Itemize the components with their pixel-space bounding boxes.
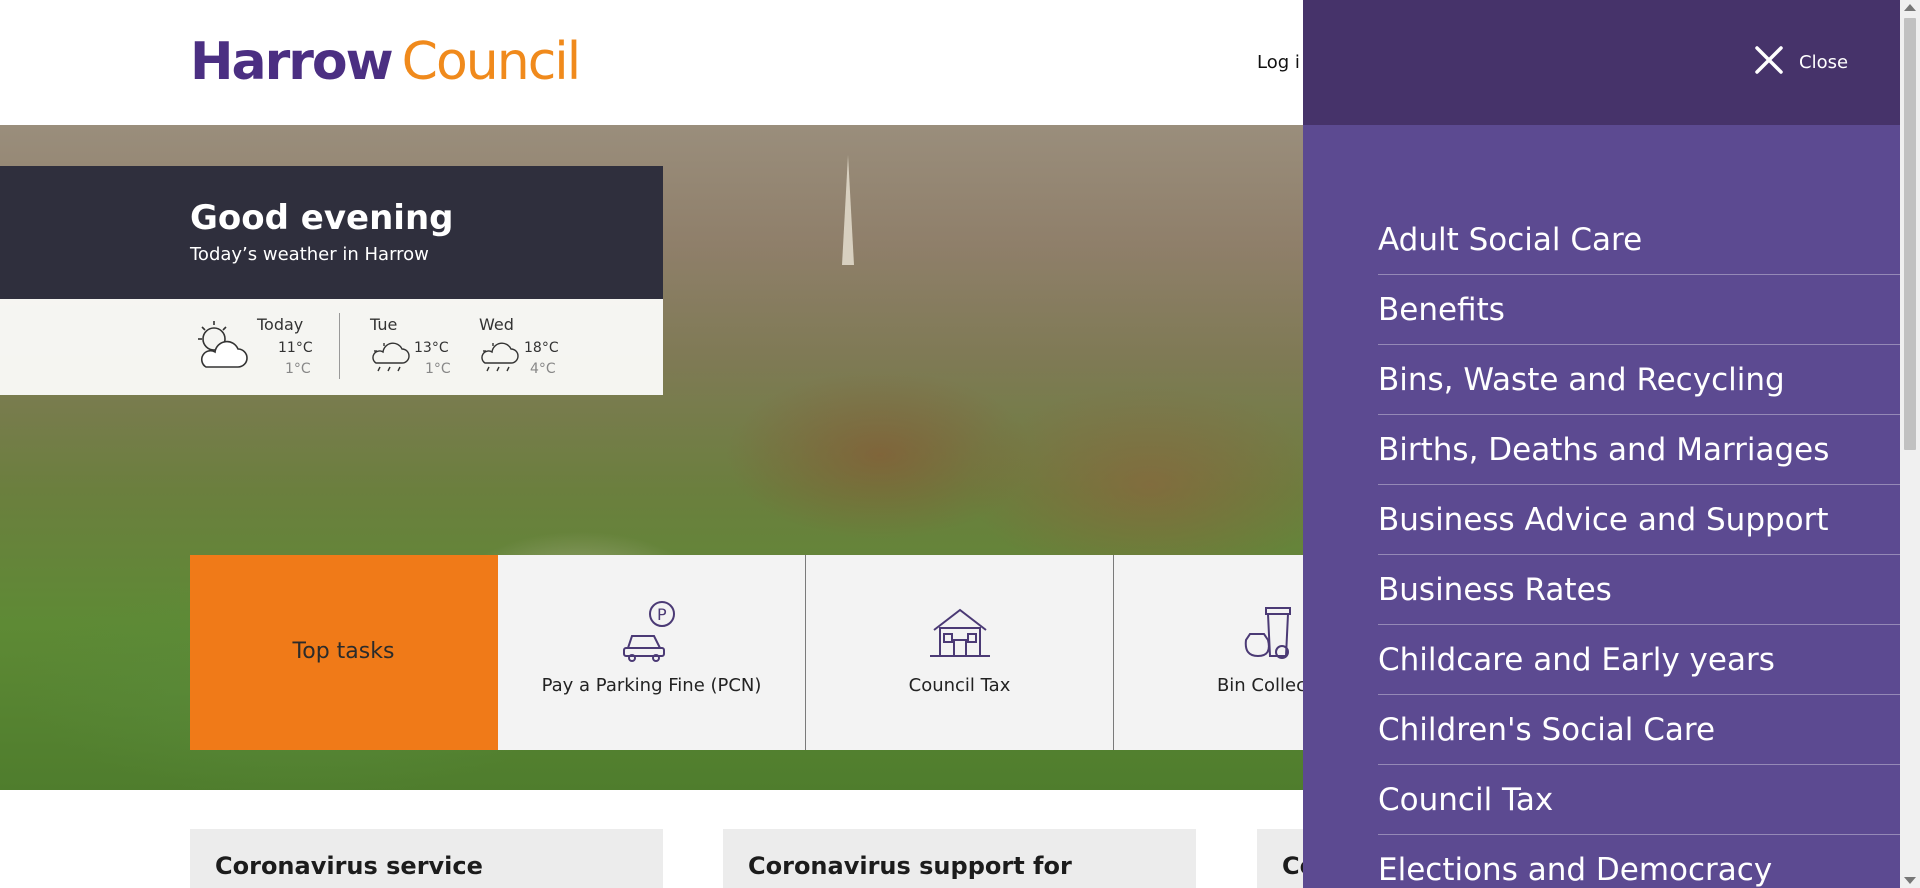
house-icon xyxy=(928,600,992,668)
weather-day-wed: Wed xyxy=(479,315,514,334)
menu-item-bins-waste-recycling[interactable]: Bins, Waste and Recycling xyxy=(1378,345,1900,415)
menu-item-childrens-social-care[interactable]: Children's Social Care xyxy=(1378,695,1900,765)
greeting-subtitle: Today’s weather in Harrow xyxy=(190,244,429,265)
task-council-tax-label: Council Tax xyxy=(908,675,1011,696)
close-icon xyxy=(1753,44,1785,81)
menu-item-adult-social-care[interactable]: Adult Social Care xyxy=(1378,205,1900,275)
weather-panel: Today 11°C 1°C Tue 13°C 1°C Wed 18°C 4°C xyxy=(0,299,663,395)
card-title: Coronavirus service xyxy=(215,852,483,880)
menu-item-benefits[interactable]: Benefits xyxy=(1378,275,1900,345)
weather-low-wed: 4°C xyxy=(530,361,556,377)
services-list: Adult Social Care Benefits Bins, Waste a… xyxy=(1378,205,1900,888)
weather-high-tue: 13°C xyxy=(414,340,449,356)
greeting-panel: Good evening Today’s weather in Harrow xyxy=(0,166,663,299)
login-link[interactable]: Log i xyxy=(1257,52,1300,73)
cloud-sun-icon xyxy=(479,339,519,377)
svg-text:P: P xyxy=(657,605,667,624)
menu-item-elections-democracy[interactable]: Elections and Democracy xyxy=(1378,835,1900,888)
menu-item-childcare[interactable]: Childcare and Early years xyxy=(1378,625,1900,695)
church-spire-decoration xyxy=(842,155,854,265)
card-coronavirus-support[interactable]: Coronavirus support for xyxy=(723,829,1196,888)
weather-divider xyxy=(339,313,340,379)
weather-high-today: 11°C xyxy=(278,340,313,356)
menu-item-business-advice[interactable]: Business Advice and Support xyxy=(1378,485,1900,555)
menu-item-council-tax[interactable]: Council Tax xyxy=(1378,765,1900,835)
services-menu-panel: Close Adult Social Care Benefits Bins, W… xyxy=(1303,0,1900,888)
task-council-tax[interactable]: Council Tax xyxy=(806,555,1114,750)
top-tasks-heading: Top tasks xyxy=(292,639,395,664)
card-coronavirus-service[interactable]: Coronavirus service xyxy=(190,829,663,888)
logo-council-text: Council xyxy=(401,32,582,92)
greeting-title: Good evening xyxy=(190,198,454,238)
scroll-thumb[interactable] xyxy=(1904,18,1916,450)
bin-icon xyxy=(1236,600,1300,668)
harrow-council-logo[interactable]: Harrow Council xyxy=(190,36,581,88)
menu-header: Close xyxy=(1303,0,1900,125)
close-button[interactable]: Close xyxy=(1753,44,1848,81)
task-pay-parking-fine-label: Pay a Parking Fine (PCN) xyxy=(541,675,762,696)
weather-high-wed: 18°C xyxy=(524,340,559,356)
page-scrollbar[interactable] xyxy=(1900,0,1920,888)
logo-harrow-text: Harrow xyxy=(190,32,394,92)
task-pay-parking-fine[interactable]: P Pay a Parking Fine (PCN) xyxy=(498,555,806,750)
weather-low-tue: 1°C xyxy=(425,361,451,377)
menu-item-business-rates[interactable]: Business Rates xyxy=(1378,555,1900,625)
car-parking-icon: P xyxy=(620,600,684,668)
top-tasks-heading-tile: Top tasks xyxy=(190,555,498,750)
top-tasks-row: Top tasks P Pay a Parking Fine (PCN) Cou… xyxy=(190,555,1422,750)
weather-low-today: 1°C xyxy=(285,361,311,377)
cloud-sun-icon xyxy=(370,339,410,377)
scroll-down-arrow-icon[interactable] xyxy=(1904,877,1916,884)
sun-cloud-icon xyxy=(192,317,252,381)
scroll-up-arrow-icon[interactable] xyxy=(1904,4,1916,11)
weather-day-today: Today xyxy=(257,315,304,334)
menu-item-births-deaths-marriages[interactable]: Births, Deaths and Marriages xyxy=(1378,415,1900,485)
card-title: Coronavirus support for xyxy=(748,852,1072,880)
weather-day-tue: Tue xyxy=(370,315,398,334)
close-label: Close xyxy=(1799,52,1849,73)
